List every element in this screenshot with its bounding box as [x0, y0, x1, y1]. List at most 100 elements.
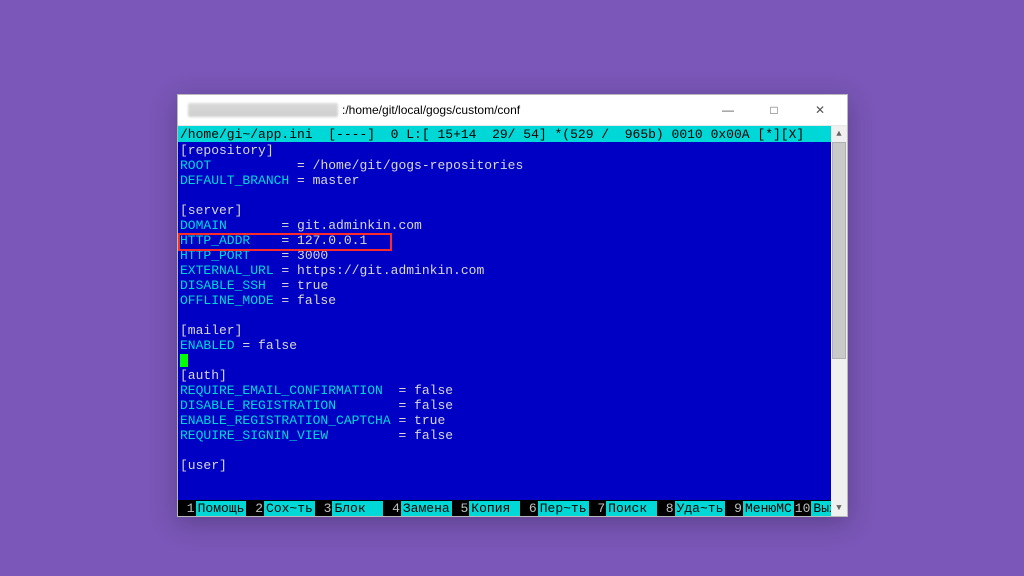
- ini-key: HTTP_PORT: [180, 248, 250, 263]
- ini-equals: =: [250, 248, 297, 263]
- fkey-label: Уда~ть: [675, 501, 726, 516]
- ini-value: false: [414, 428, 453, 443]
- fkey-number: 3: [315, 501, 333, 516]
- ini-value: git.adminkin.com: [297, 218, 422, 233]
- editor-line: [user]: [180, 458, 845, 473]
- editor-line: [auth]: [180, 368, 845, 383]
- editor-line: [180, 353, 845, 368]
- titlebar-path: :/home/git/local/gogs/custom/conf: [342, 103, 520, 117]
- editor-line: REQUIRE_SIGNIN_VIEW = false: [180, 428, 845, 443]
- ini-value: https://git.adminkin.com: [297, 263, 484, 278]
- fkey[interactable]: 6Пер~ть: [520, 501, 588, 516]
- ini-equals: =: [383, 383, 414, 398]
- editor-line: [mailer]: [180, 323, 845, 338]
- fkey[interactable]: 8Уда~ть: [657, 501, 725, 516]
- editor-line: DEFAULT_BRANCH = master: [180, 173, 845, 188]
- ini-equals: =: [227, 218, 297, 233]
- scroll-up-icon[interactable]: ▲: [831, 126, 847, 142]
- ini-key: REQUIRE_SIGNIN_VIEW: [180, 428, 328, 443]
- fkey-number: 9: [725, 501, 743, 516]
- fkey-label: Блок: [332, 501, 383, 516]
- fkey[interactable]: 9МенюMC: [725, 501, 793, 516]
- status-file: /home/gi~/app.ini: [180, 127, 313, 142]
- fkey-number: 6: [520, 501, 538, 516]
- terminal-window: :/home/git/local/gogs/custom/conf — □ ✕ …: [177, 94, 848, 517]
- ini-key: ENABLED: [180, 338, 235, 353]
- ini-equals: =: [391, 413, 414, 428]
- ini-section: [auth]: [180, 368, 227, 383]
- ini-equals: =: [274, 263, 297, 278]
- ini-value: false: [297, 293, 336, 308]
- fkey-number: 1: [178, 501, 196, 516]
- function-keys: 1Помощь 2Сох~ть 3Блок 4Замена 5Копия 6Пе…: [178, 500, 847, 516]
- terminal-client[interactable]: /home/gi~/app.ini [----] 0 L:[ 15+14 29/…: [178, 126, 847, 516]
- titlebar-redacted-host: [188, 103, 338, 117]
- fkey-number: 7: [589, 501, 607, 516]
- minimize-button[interactable]: —: [705, 95, 751, 125]
- maximize-button[interactable]: □: [751, 95, 797, 125]
- fkey-number: 8: [657, 501, 675, 516]
- status-bytes: *(529 / 965b): [555, 127, 664, 142]
- ini-key: ENABLE_REGISTRATION_CAPTCHA: [180, 413, 391, 428]
- ini-value: false: [258, 338, 297, 353]
- ini-value: 3000: [297, 248, 328, 263]
- fkey[interactable]: 4Замена: [383, 501, 451, 516]
- ini-value: /home/git/gogs-repositories: [313, 158, 524, 173]
- ini-key: DISABLE_SSH: [180, 278, 266, 293]
- fkey-number: 5: [452, 501, 470, 516]
- fkey-number: 2: [246, 501, 264, 516]
- ini-key: DEFAULT_BRANCH: [180, 173, 289, 188]
- fkey[interactable]: 5Копия: [452, 501, 520, 516]
- ini-key: HTTP_ADDR: [180, 233, 250, 248]
- editor-line: ENABLE_REGISTRATION_CAPTCHA = true: [180, 413, 845, 428]
- ini-equals: =: [235, 338, 258, 353]
- fkey-label: МенюMC: [743, 501, 794, 516]
- ini-equals: =: [211, 158, 312, 173]
- ini-value: false: [414, 398, 453, 413]
- editor-line: [repository]: [180, 143, 845, 158]
- editor-area[interactable]: [repository]ROOT = /home/git/gogs-reposi…: [178, 142, 847, 500]
- status-hex: 0x00A: [711, 127, 750, 142]
- fkey-label: Пер~ть: [538, 501, 589, 516]
- titlebar[interactable]: :/home/git/local/gogs/custom/conf — □ ✕: [178, 95, 847, 126]
- ini-section: [repository]: [180, 143, 274, 158]
- ini-value: true: [297, 278, 328, 293]
- status-perms: [----]: [328, 127, 375, 142]
- editor-line: DISABLE_REGISTRATION = false: [180, 398, 845, 413]
- editor-line: [180, 308, 845, 323]
- close-button[interactable]: ✕: [797, 95, 843, 125]
- editor-line: DOMAIN = git.adminkin.com: [180, 218, 845, 233]
- fkey[interactable]: 7Поиск: [589, 501, 657, 516]
- ini-value: false: [414, 383, 453, 398]
- ini-value: true: [414, 413, 445, 428]
- fkey[interactable]: 1Помощь: [178, 501, 246, 516]
- ini-section: [user]: [180, 458, 227, 473]
- fkey[interactable]: 2Сох~ть: [246, 501, 314, 516]
- editor-line: HTTP_PORT = 3000: [180, 248, 845, 263]
- ini-key: REQUIRE_EMAIL_CONFIRMATION: [180, 383, 383, 398]
- ini-equals: =: [274, 293, 297, 308]
- editor-line: HTTP_ADDR = 127.0.0.1: [180, 233, 845, 248]
- editor-line: ENABLED = false: [180, 338, 845, 353]
- scrollbar[interactable]: ▲ ▼: [831, 142, 847, 500]
- fkey-label: Замена: [401, 501, 452, 516]
- status-line: 0 L:[ 15+14 29/ 54]: [391, 127, 547, 142]
- editor-line: ROOT = /home/git/gogs-repositories: [180, 158, 845, 173]
- ini-equals: =: [266, 278, 297, 293]
- ini-key: EXTERNAL_URL: [180, 263, 274, 278]
- fkey-number: 10: [794, 501, 812, 516]
- fkey-label: Сох~ть: [264, 501, 315, 516]
- text-cursor: [180, 354, 188, 367]
- ini-key: ROOT: [180, 158, 211, 173]
- editor-line: EXTERNAL_URL = https://git.adminkin.com: [180, 263, 845, 278]
- scroll-thumb[interactable]: [832, 142, 846, 359]
- fkey[interactable]: 3Блок: [315, 501, 383, 516]
- editor-line: [180, 443, 845, 458]
- editor-line: OFFLINE_MODE = false: [180, 293, 845, 308]
- fkey-label: Поиск: [606, 501, 657, 516]
- ini-key: OFFLINE_MODE: [180, 293, 274, 308]
- editor-line: DISABLE_SSH = true: [180, 278, 845, 293]
- ini-equals: =: [250, 233, 297, 248]
- scroll-down-icon[interactable]: ▼: [831, 500, 847, 516]
- editor-statusbar: /home/gi~/app.ini [----] 0 L:[ 15+14 29/…: [178, 126, 847, 142]
